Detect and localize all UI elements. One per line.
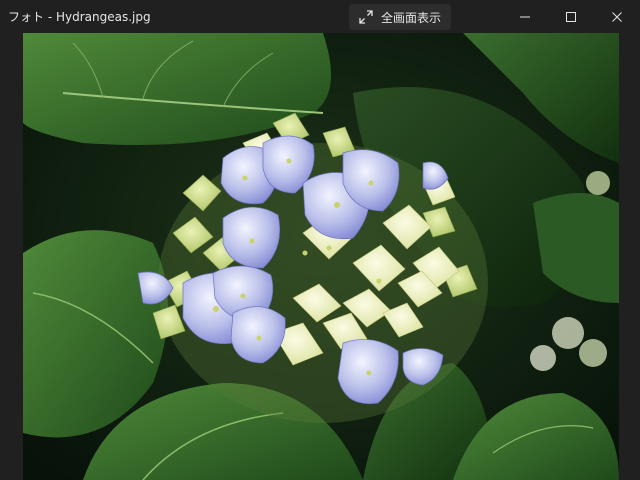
photo-viewer[interactable] [23, 33, 619, 480]
minimize-button[interactable] [502, 0, 548, 33]
photos-app-window: フォト - Hydrangeas.jpg 全画面表示 [0, 0, 640, 480]
fullscreen-label: 全画面表示 [381, 10, 442, 25]
hydrangea-photo [23, 33, 619, 480]
close-button[interactable] [594, 0, 640, 33]
close-icon [612, 11, 622, 22]
title-bar[interactable]: フォト - Hydrangeas.jpg 全画面表示 [0, 0, 640, 33]
maximize-button[interactable] [548, 0, 594, 33]
window-title: フォト - Hydrangeas.jpg [8, 10, 151, 24]
fullscreen-button[interactable]: 全画面表示 [349, 4, 451, 30]
expand-arrows-icon [359, 10, 373, 24]
minimize-icon [520, 16, 530, 17]
maximize-icon [566, 11, 576, 22]
